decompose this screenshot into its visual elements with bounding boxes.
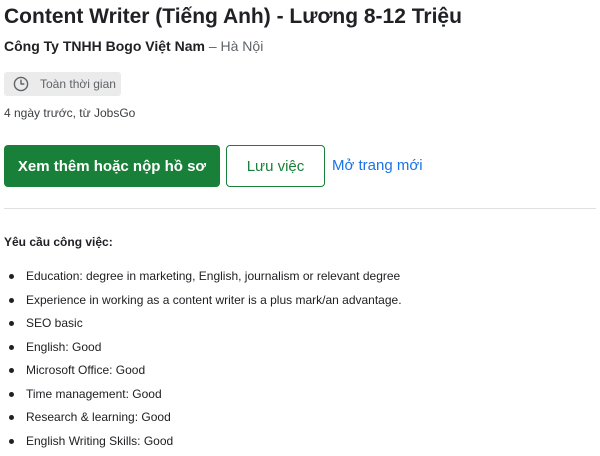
bullet-icon bbox=[9, 391, 14, 397]
apply-button[interactable]: Xem thêm hoặc nộp hồ sơ bbox=[4, 145, 220, 187]
company-name: Công Ty TNHH Bogo Việt Nam bbox=[4, 38, 205, 54]
company-line: Công Ty TNHH Bogo Việt Nam – Hà Nội bbox=[4, 38, 263, 54]
company-location: Hà Nội bbox=[220, 38, 264, 54]
clock-icon bbox=[13, 76, 29, 92]
bullet-icon bbox=[9, 344, 14, 350]
bullet-icon bbox=[9, 368, 14, 373]
divider bbox=[4, 208, 596, 209]
requirement-item: Time management: Good bbox=[6, 386, 596, 410]
save-job-button[interactable]: Lưu việc bbox=[226, 145, 325, 187]
requirement-text: Time management: Good bbox=[26, 386, 162, 401]
requirement-text: SEO basic bbox=[26, 316, 83, 330]
requirement-item: Research & learning: Good bbox=[6, 409, 596, 433]
bullet-icon bbox=[9, 297, 14, 303]
requirement-item: English: Good bbox=[6, 339, 596, 363]
requirements-heading: Yêu cầu công việc: bbox=[4, 235, 113, 249]
requirement-item: SEO basic bbox=[6, 315, 596, 339]
requirement-text: English: Good bbox=[26, 339, 102, 354]
requirement-item: Education: degree in marketing, English,… bbox=[6, 268, 596, 292]
requirement-text: Research & learning: Good bbox=[26, 410, 171, 424]
job-title: Content Writer (Tiếng Anh) - Lương 8-12 … bbox=[4, 5, 462, 28]
job-detail-panel: Content Writer (Tiếng Anh) - Lương 8-12 … bbox=[0, 0, 600, 456]
bullet-icon bbox=[9, 415, 14, 420]
requirements-list: Education: degree in marketing, English,… bbox=[6, 268, 596, 456]
bullet-icon bbox=[9, 274, 14, 279]
employment-type-chip: Toàn thời gian bbox=[4, 72, 121, 96]
bullet-icon bbox=[9, 321, 14, 326]
requirement-text: Microsoft Office: Good bbox=[26, 363, 146, 377]
bullet-icon bbox=[9, 438, 14, 444]
requirement-text: Education: degree in marketing, English,… bbox=[26, 269, 401, 283]
requirement-text: Experience in working as a content write… bbox=[26, 292, 402, 307]
posted-info: 4 ngày trước, từ JobsGo bbox=[4, 106, 136, 120]
employment-type-label: Toàn thời gian bbox=[40, 77, 116, 91]
company-separator: – bbox=[204, 38, 221, 54]
requirement-item: Microsoft Office: Good bbox=[6, 362, 596, 386]
requirement-item: English Writing Skills: Good bbox=[6, 433, 596, 456]
requirement-text: English Writing Skills: Good bbox=[26, 433, 174, 448]
requirement-item: Experience in working as a content write… bbox=[6, 292, 596, 316]
open-new-page-link[interactable]: Mở trang mới bbox=[332, 157, 423, 174]
